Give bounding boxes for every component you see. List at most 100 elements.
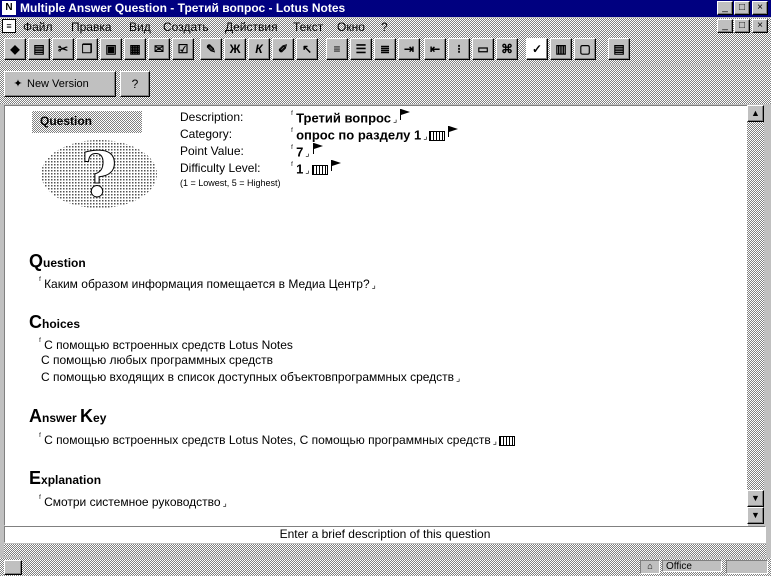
menu-edit[interactable]: Правка xyxy=(68,19,115,35)
keyword-list-icon[interactable] xyxy=(498,435,515,446)
field-end-icon: ⌟ xyxy=(423,131,428,142)
question-field[interactable]: ᶠ Каким образом информация помещается в М… xyxy=(39,275,376,291)
description-field[interactable]: ᶠ Третий вопрос ⌟ xyxy=(291,109,411,125)
menu-view[interactable]: Вид xyxy=(126,19,154,35)
menu-actions[interactable]: Действия xyxy=(222,19,281,35)
svg-text:?: ? xyxy=(81,138,117,210)
window-icon[interactable]: ▢ xyxy=(574,38,596,60)
difficulty-field[interactable]: ᶠ 1 ⌟ xyxy=(291,160,341,176)
flag-icon xyxy=(330,160,341,171)
answer-key-field[interactable]: ᶠС помощью встроенных средств Lotus Note… xyxy=(39,431,515,447)
doc-restore-button[interactable]: □ xyxy=(734,19,750,33)
difficulty-label: Difficulty Level: xyxy=(180,161,261,175)
check-icon[interactable]: ☑ xyxy=(172,38,194,60)
bold-icon[interactable]: Ж xyxy=(224,38,246,60)
point-value-label: Point Value: xyxy=(180,144,244,158)
question-mark-graphic: ? xyxy=(41,138,157,210)
mail-status-icon[interactable] xyxy=(726,560,768,574)
italic-icon[interactable]: К xyxy=(248,38,270,60)
scroll-page-down-button[interactable]: ▼ xyxy=(747,507,764,524)
document-icon[interactable]: ≡ xyxy=(2,19,16,33)
field-end-icon: ⌟ xyxy=(393,114,398,125)
field-end-icon: ⌟ xyxy=(222,498,227,508)
pointer-icon[interactable]: ↖ xyxy=(296,38,318,60)
status-indicator-icon[interactable] xyxy=(4,560,22,575)
title-bar: N Multiple Answer Question - Третий вопр… xyxy=(0,0,771,17)
document-body: Question ? Description: ᶠ Третий вопрос ⌟ … xyxy=(4,105,748,526)
close-button[interactable]: × xyxy=(752,1,768,15)
choice-item[interactable]: С помощью любых программных средств xyxy=(41,353,273,367)
scroll-up-button[interactable]: ▲ xyxy=(747,105,764,122)
doc-minimize-button[interactable]: _ xyxy=(717,19,733,33)
field-marker-icon: ᶠ xyxy=(39,493,42,503)
category-value: опрос по разделу 1 xyxy=(296,127,422,143)
field-end-icon: ⌟ xyxy=(305,148,310,159)
lock-icon[interactable]: ⌂ xyxy=(640,560,660,574)
help-button[interactable]: ? xyxy=(120,71,150,97)
menu-file[interactable]: Файл xyxy=(20,19,56,35)
menu-window[interactable]: Окно xyxy=(334,19,368,35)
menu-bar: ≡ Файл Правка Вид Создать Действия Текст… xyxy=(0,18,771,36)
table-icon[interactable]: ▭ xyxy=(472,38,494,60)
pen-icon[interactable]: ✎ xyxy=(200,38,222,60)
scroll-down-button[interactable]: ▼ xyxy=(747,490,764,507)
minimize-button[interactable]: _ xyxy=(717,1,733,15)
answer-key-heading: Answer Key xyxy=(29,406,107,426)
new-version-button[interactable]: ✦ New Version xyxy=(4,71,116,97)
cut-icon[interactable]: ✂ xyxy=(52,38,74,60)
explanation-heading: Explanation xyxy=(29,468,102,488)
action-bar: ✦ New Version ? xyxy=(0,66,771,104)
menu-create[interactable]: Создать xyxy=(160,19,212,35)
tile-icon[interactable]: ▤ xyxy=(608,38,630,60)
menu-text[interactable]: Текст xyxy=(290,19,326,35)
field-marker-icon: ᶠ xyxy=(291,109,294,119)
maximize-button[interactable]: □ xyxy=(734,1,750,15)
new-version-icon: ✦ xyxy=(13,78,23,90)
attach-icon[interactable]: ⌘ xyxy=(496,38,518,60)
database-location[interactable]: Office xyxy=(662,560,722,572)
difficulty-value: 1 xyxy=(296,161,304,177)
category-field[interactable]: ᶠ опрос по разделу 1 ⌟ xyxy=(291,126,459,143)
question-text: Каким образом информация помещается в Ме… xyxy=(44,277,370,291)
choices-heading: Choices xyxy=(29,312,81,332)
database-icon[interactable]: ▥ xyxy=(550,38,572,60)
choice-item[interactable]: С помощью входящих в список доступных об… xyxy=(41,370,460,384)
indent-icon[interactable]: ⇥ xyxy=(398,38,420,60)
field-marker-icon: ᶠ xyxy=(291,143,294,153)
field-marker-icon: ᶠ xyxy=(291,126,294,136)
vertical-scrollbar[interactable]: ▲ ▼ ▼ xyxy=(747,105,764,524)
mail-icon[interactable]: ✉ xyxy=(148,38,170,60)
copy-icon[interactable]: ❐ xyxy=(76,38,98,60)
field-end-icon: ⌟ xyxy=(305,165,310,176)
navigate-icon[interactable]: ◆ xyxy=(4,38,26,60)
save-icon[interactable]: ▤ xyxy=(28,38,50,60)
outdent-icon[interactable]: ⇤ xyxy=(424,38,446,60)
difficulty-scale-hint: (1 = Lowest, 5 = Highest) xyxy=(180,178,281,188)
explanation-text: Смотри системное руководство xyxy=(44,495,221,509)
print-icon[interactable]: ▦ xyxy=(124,38,146,60)
doc-close-button[interactable]: × xyxy=(752,19,768,33)
flag-icon xyxy=(448,126,459,137)
keyword-list-icon[interactable] xyxy=(311,164,328,175)
spellcheck-icon[interactable]: ✓ xyxy=(526,38,548,60)
explanation-field[interactable]: ᶠ Смотри системное руководство ⌟ xyxy=(39,493,227,509)
bullets-icon[interactable]: ⁝ xyxy=(448,38,470,60)
align-center-icon[interactable]: ☰ xyxy=(350,38,372,60)
align-left-icon[interactable]: ≡ xyxy=(326,38,348,60)
answer-key-text: С помощью встроенных средств Lotus Notes… xyxy=(44,433,491,447)
window-title: Multiple Answer Question - Третий вопрос… xyxy=(20,1,346,15)
keyword-list-icon[interactable] xyxy=(429,130,446,141)
description-label: Description: xyxy=(180,110,244,124)
highlighter-icon[interactable]: ✐ xyxy=(272,38,294,60)
choice-item[interactable]: ᶠС помощью встроенных средств Lotus Note… xyxy=(39,336,293,352)
horizontal-scrollbar[interactable] xyxy=(4,544,766,556)
app-icon[interactable]: N xyxy=(2,1,16,15)
point-value: 7 xyxy=(296,144,304,160)
question-tab: Question xyxy=(32,111,142,133)
menu-help[interactable]: ? xyxy=(378,19,391,35)
flag-icon xyxy=(400,109,411,120)
align-right-icon[interactable]: ≣ xyxy=(374,38,396,60)
point-value-field[interactable]: ᶠ 7 ⌟ xyxy=(291,143,323,159)
field-end-icon: ⌟ xyxy=(456,373,461,383)
paste-icon[interactable]: ▣ xyxy=(100,38,122,60)
